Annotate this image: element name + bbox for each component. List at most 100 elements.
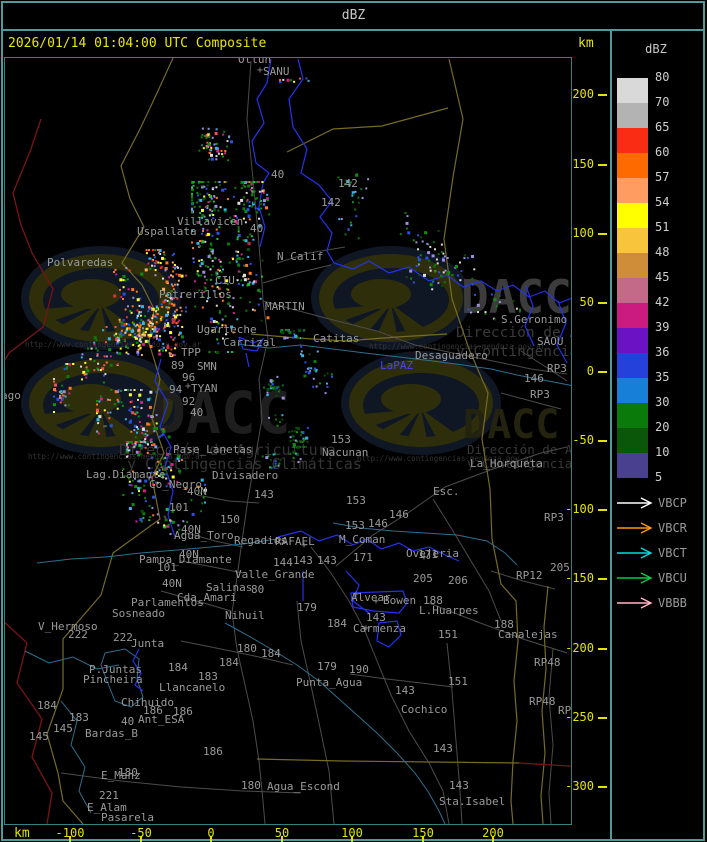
map-label: Ant_ESA: [138, 713, 185, 726]
map-label: 179: [297, 601, 317, 614]
right-axis-tick: [598, 509, 607, 511]
map-label: Nihuil: [225, 609, 265, 622]
scale-value-label: 57: [655, 170, 670, 184]
scale-color-box: [617, 128, 648, 153]
scale-value-label: 80: [655, 70, 670, 84]
scale-value-label: 48: [655, 245, 670, 259]
right-axis-label: 0: [586, 364, 594, 378]
scale-value-label: 42: [655, 295, 670, 309]
map-label: Potrerillos: [159, 288, 232, 301]
map-label: Pampa_Diamante: [139, 553, 232, 566]
map-label: 205: [413, 572, 433, 585]
map-label: 40N: [162, 577, 182, 590]
scale-value-label: 70: [655, 95, 670, 109]
station-cross-marker: +: [421, 552, 427, 563]
timestamp-label: 2026/01/14 01:04:00 UTC Composite: [8, 36, 267, 51]
scale-value-label: 39: [655, 320, 670, 334]
right-axis-tick: [598, 371, 607, 373]
map-label: 180: [241, 779, 261, 792]
map-label: 94: [169, 383, 183, 396]
map-label: Agua_Escond: [267, 780, 340, 793]
map-label: Nacunan: [322, 446, 368, 459]
scale-color-box: [617, 153, 648, 178]
station-cross-marker: +: [373, 596, 379, 607]
map-label: RP48: [529, 695, 556, 708]
right-axis-label: 150: [572, 157, 594, 171]
map-label: Sta.Isabel: [439, 795, 505, 808]
map-label: E_Manz: [101, 769, 141, 782]
map-label: Uspallata: [137, 225, 197, 238]
right-axis-tick: [598, 302, 607, 304]
map-label: Carrizal: [223, 336, 276, 349]
map-label: Sosneado: [112, 607, 165, 620]
map-label: 143: [395, 684, 415, 697]
map-label: 153: [346, 494, 366, 507]
station-cross-marker: +: [301, 540, 307, 551]
map-label: Ugarteche: [197, 323, 257, 336]
legend-item-label: VBCP: [658, 496, 687, 510]
bottom-axis-unit: km: [14, 826, 30, 841]
bottom-axis-tick: [281, 836, 283, 842]
map-label: N Calif: [277, 250, 323, 263]
map-label: SMN: [197, 360, 217, 373]
scale-value-label: 51: [655, 220, 670, 234]
scale-color-box: [617, 428, 648, 453]
scale-color-box: [617, 278, 648, 303]
legend-item-label: VBCR: [658, 521, 688, 535]
map-label: La_Horqueta: [470, 457, 543, 470]
right-axis-tick: [598, 94, 607, 96]
map-label: 188: [423, 594, 443, 607]
map-label: 179: [317, 660, 337, 673]
map-label: 222: [113, 631, 133, 644]
vector-legend: VBCP VBCR VBCT VBCU VBBB: [617, 496, 688, 610]
bottom-axis-tick: [140, 836, 142, 842]
scale-value-label: 30: [655, 395, 670, 409]
map-label: 145: [53, 722, 73, 735]
map-label: 80: [251, 583, 264, 596]
map-label: 142: [338, 177, 358, 190]
map-label: RP3: [530, 388, 550, 401]
frame-titlebar-bottom-line: [1, 29, 705, 31]
map-label: 206: [448, 574, 468, 587]
scale-value-label: 65: [655, 120, 670, 134]
map-label: Polvaredas: [47, 256, 113, 269]
scale-value-label: 45: [655, 270, 670, 284]
map-label: 143: [433, 742, 453, 755]
scale-color-box: [617, 303, 648, 328]
map-label: Catitas: [313, 332, 359, 345]
map-label: 143: [449, 779, 469, 792]
scale-title: dBZ: [645, 42, 667, 56]
map-label: 151: [438, 628, 458, 641]
window-title: dBZ: [341, 7, 366, 23]
right-axis-label: -150: [565, 571, 594, 585]
map-label: 183: [198, 670, 218, 683]
frame-right-line: [703, 1, 705, 841]
map-label: RAFAEL: [275, 535, 315, 548]
scale-color-box: [617, 378, 648, 403]
map-label: 40: [121, 715, 134, 728]
km-unit-label: km: [578, 36, 594, 51]
map-label: 150: [220, 513, 240, 526]
map-label: 186: [203, 745, 223, 758]
map-label: Divisadero: [212, 469, 278, 482]
river-line: [288, 58, 335, 264]
frame-left-line: [1, 1, 3, 841]
map-label: 153: [331, 433, 351, 446]
titlebar: dBZ: [2, 3, 705, 27]
scale-color-box: [617, 253, 648, 278]
right-axis-tick: [598, 164, 607, 166]
map-label: 143: [317, 554, 337, 567]
map-label: 101: [169, 501, 189, 514]
legend-item: VBBB: [617, 596, 687, 610]
scale-value-label: 54: [655, 195, 670, 209]
legend-item: VBCU: [617, 571, 687, 585]
scale-value-label: 20: [655, 420, 670, 434]
map-label: 40: [271, 168, 284, 181]
map-label: Valle_Grande: [235, 568, 314, 581]
map-label: Esc.: [433, 485, 460, 498]
map-label: 145: [29, 730, 49, 743]
station-cross-marker: +: [363, 623, 369, 634]
station-cross-marker: +: [257, 65, 263, 76]
legend-item-label: VBCT: [658, 546, 687, 560]
right-axis-label: -300: [565, 779, 594, 793]
